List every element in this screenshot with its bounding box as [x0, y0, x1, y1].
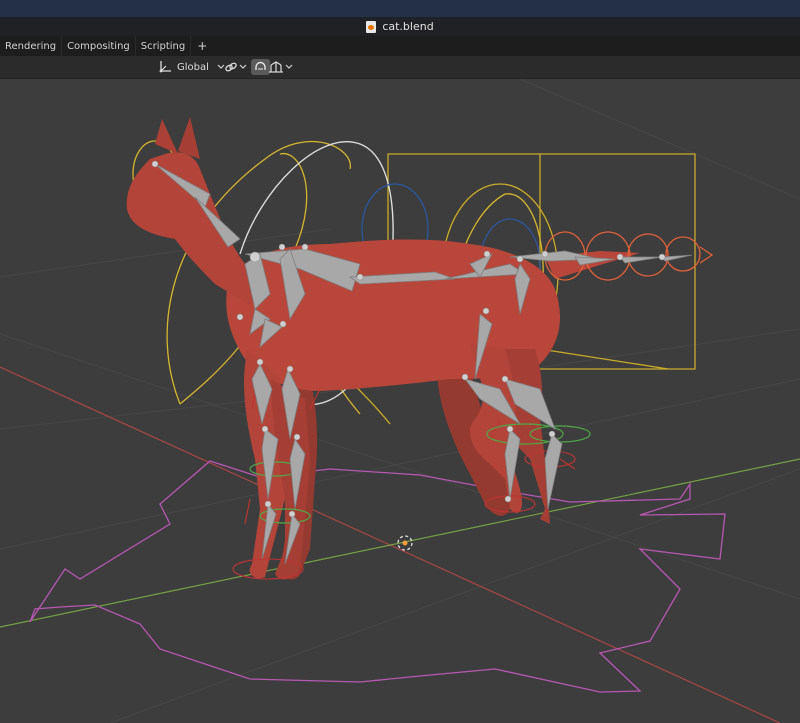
workspace-tabs: Rendering Compositing Scripting +	[0, 36, 800, 56]
3d-viewport[interactable]	[0, 79, 800, 723]
window-title-text: cat.blend	[382, 20, 434, 33]
blend-file-icon	[366, 20, 377, 33]
transform-orientation-dropdown[interactable]: Global	[158, 59, 225, 75]
proportional-falloff-icon	[268, 60, 284, 74]
transform-orientation-value: Global	[177, 61, 209, 73]
pivot-point-dropdown[interactable]	[224, 59, 247, 75]
orientation-axes-icon	[158, 60, 172, 74]
add-workspace-button[interactable]: +	[191, 39, 213, 53]
tab-scripting[interactable]: Scripting	[136, 36, 192, 56]
tab-rendering[interactable]: Rendering	[0, 36, 63, 56]
tab-compositing[interactable]: Compositing	[62, 36, 136, 56]
title-bar: cat.blend	[0, 0, 800, 36]
chevron-down-icon	[239, 64, 247, 70]
viewport-header: Global	[0, 56, 800, 79]
pivot-link-icon	[224, 60, 238, 74]
proportional-editing-dropdown[interactable]	[268, 59, 293, 75]
chevron-down-icon	[285, 64, 293, 70]
window-title: cat.blend	[0, 17, 800, 36]
viewport-background	[0, 79, 800, 723]
